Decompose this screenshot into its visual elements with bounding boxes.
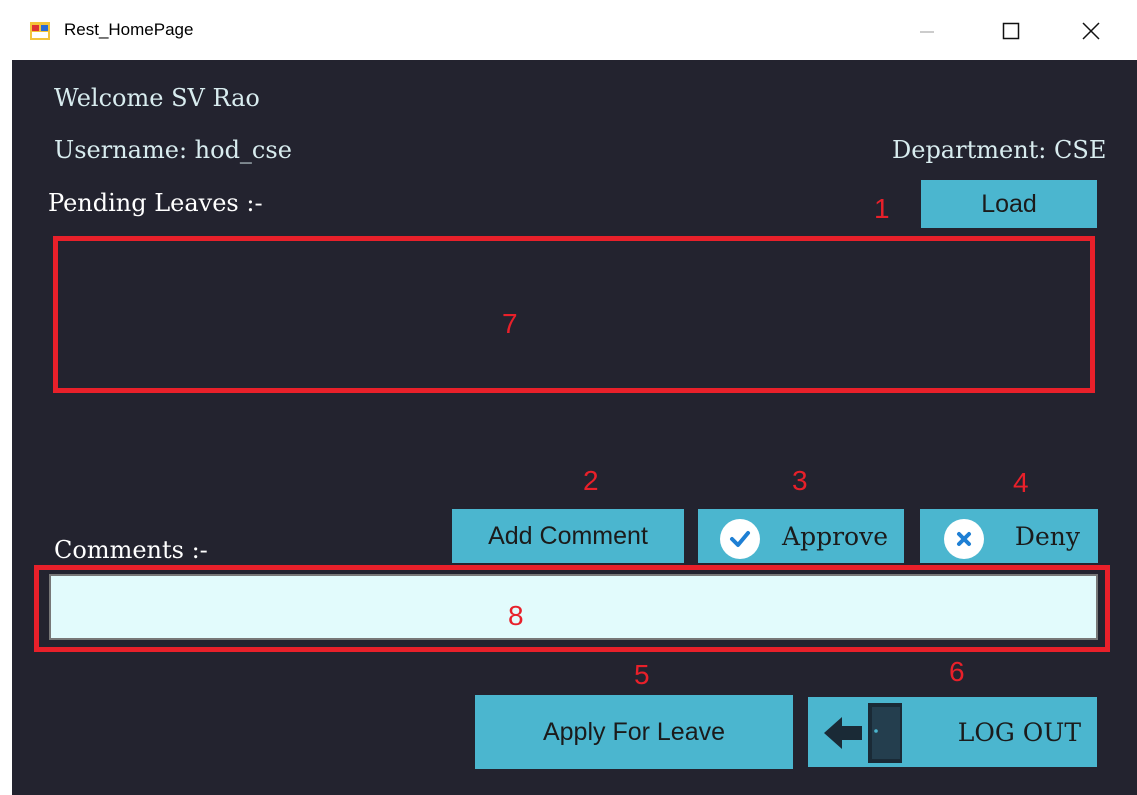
maximize-icon: [1002, 22, 1020, 40]
annotation-box-pending-list: [53, 236, 1095, 393]
add-comment-button[interactable]: Add Comment: [452, 509, 684, 563]
deny-label: Deny: [1014, 521, 1080, 551]
department-label: Department: CSE: [892, 136, 1107, 164]
annotation-number-3: 3: [792, 465, 808, 496]
door-exit-icon: [824, 703, 902, 763]
window-title: Rest_HomePage: [64, 20, 194, 39]
username-label: Username: hod_cse: [54, 136, 292, 164]
comments-label: Comments :-: [54, 536, 208, 564]
annotation-number-5: 5: [634, 659, 650, 690]
apply-for-leave-button[interactable]: Apply For Leave: [475, 695, 793, 769]
load-button[interactable]: Load: [921, 180, 1097, 228]
annotation-number-1: 1: [874, 193, 890, 224]
annotation-number-7: 7: [502, 308, 518, 339]
close-icon: [1082, 22, 1100, 40]
annotation-number-2: 2: [583, 465, 599, 496]
logout-label: LOG OUT: [957, 717, 1081, 747]
deny-button[interactable]: Deny: [920, 509, 1098, 563]
maximize-button[interactable]: [988, 12, 1034, 50]
logout-button[interactable]: LOG OUT: [808, 697, 1097, 767]
approve-button[interactable]: Approve: [698, 509, 904, 563]
form-client-area: [12, 60, 1137, 795]
windows-form-icon: [30, 22, 50, 40]
approve-label: Approve: [782, 521, 888, 551]
check-icon: [720, 519, 760, 559]
annotation-number-4: 4: [1013, 467, 1029, 498]
annotation-number-6: 6: [949, 656, 965, 687]
minimize-button[interactable]: [904, 12, 950, 50]
minimize-icon: [920, 31, 934, 33]
welcome-label: Welcome SV Rao: [54, 84, 260, 112]
x-icon: [944, 519, 984, 559]
pending-leaves-label: Pending Leaves :-: [48, 189, 263, 217]
close-button[interactable]: [1068, 12, 1114, 50]
annotation-box-comments: [34, 565, 1110, 652]
annotation-number-8: 8: [508, 600, 524, 631]
title-bar: Rest_HomePage: [0, 0, 1137, 60]
